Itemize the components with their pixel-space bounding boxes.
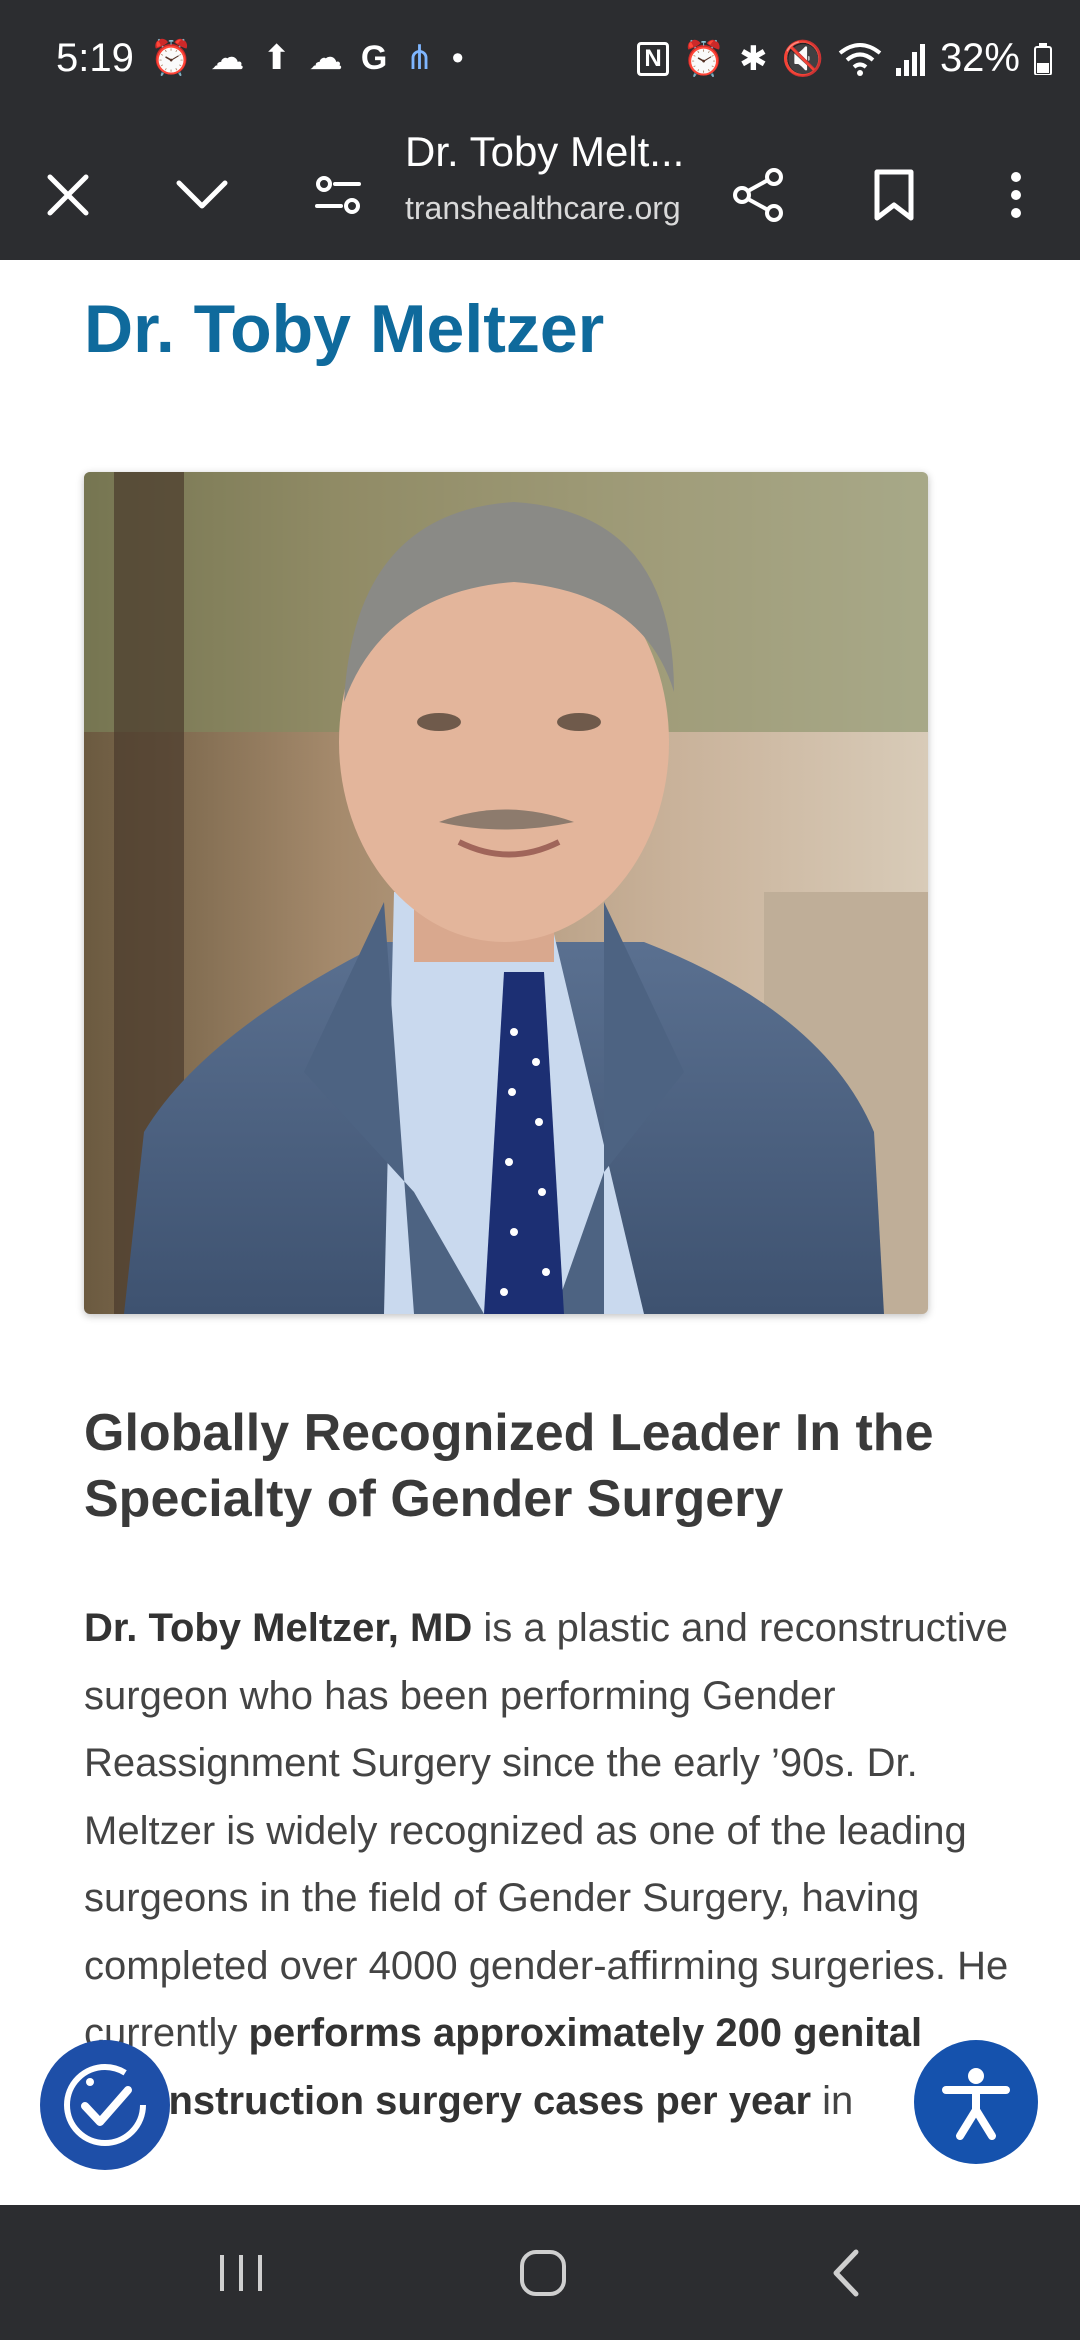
- browser-domain: transhealthcare.org: [405, 190, 681, 226]
- bio-text-1: is a plastic and reconstructive surgeon …: [84, 1606, 1009, 2055]
- status-bar: 5:19 ⏰ ☁ ⬆ ☁ G ⋔ • N ⏰ ✱ 🔇 32%: [0, 0, 1080, 125]
- pin-icon: ⬆: [262, 39, 291, 77]
- site-settings-button[interactable]: [298, 155, 378, 235]
- google-icon: G: [360, 38, 388, 77]
- minimize-button[interactable]: [162, 155, 242, 235]
- browser-page-title: Dr. Toby Melt...: [405, 128, 685, 175]
- accessibility-check-icon: [64, 2064, 146, 2146]
- wifi-icon: [838, 42, 882, 76]
- bookmark-icon: [874, 169, 914, 221]
- accessibility-icon: [942, 2068, 1010, 2140]
- back-icon: [833, 2249, 859, 2296]
- accessibility-menu-button[interactable]: [914, 2040, 1038, 2164]
- battery-icon: [1034, 42, 1052, 75]
- recent-apps-button[interactable]: [186, 2240, 296, 2305]
- home-icon: [520, 2249, 566, 2296]
- cloud-icon: ☁: [210, 39, 245, 77]
- nfc-icon: N: [637, 41, 669, 76]
- recent-apps-icon: [220, 2254, 262, 2291]
- bio-paragraph: Dr. Toby Meltzer, MD is a plastic and re…: [84, 1595, 1014, 2135]
- signal-icon: [895, 43, 925, 76]
- more-vert-icon: [1011, 172, 1021, 218]
- chevron-down-icon: [176, 180, 228, 209]
- bookmark-button[interactable]: [854, 155, 934, 235]
- more-options-button[interactable]: [976, 155, 1056, 235]
- bluetooth-icon: ✱: [739, 39, 768, 78]
- tune-icon: [315, 176, 361, 214]
- share-button[interactable]: [718, 155, 798, 235]
- close-button[interactable]: [28, 155, 108, 235]
- dot-icon: •: [451, 38, 464, 77]
- page-title: Dr. Toby Meltzer: [84, 291, 605, 367]
- close-icon: [47, 174, 89, 216]
- battery-level: 32%: [939, 36, 1020, 80]
- home-button[interactable]: [488, 2240, 598, 2305]
- section-heading: Globally Recognized Leader In the Specia…: [84, 1404, 934, 1528]
- cloud-icon: ☁: [308, 39, 343, 77]
- accessibility-check-button[interactable]: [40, 2040, 170, 2170]
- doctor-photo: [84, 472, 928, 1314]
- browser-toolbar: Dr. Toby Melt... transhealthcare.org: [0, 125, 1080, 260]
- alarm-icon: ⏰: [682, 39, 726, 78]
- mute-icon: 🔇: [781, 39, 824, 78]
- bio-bold-name: Dr. Toby Meltzer, MD: [84, 1606, 473, 1650]
- system-navigation-bar: [0, 2205, 1080, 2340]
- people-icon: ⋔: [405, 39, 434, 77]
- alarm-icon: ⏰: [150, 39, 193, 77]
- system-icons: N ⏰ ✱ 🔇 32%: [637, 36, 1052, 81]
- back-button[interactable]: [790, 2240, 900, 2305]
- web-page-content: Dr. Toby Meltzer Globally Recognized Lea…: [0, 260, 1080, 2205]
- bio-text-2: in: [811, 2078, 854, 2123]
- status-time: 5:19: [56, 36, 134, 80]
- portrait-image: [84, 472, 928, 1314]
- share-icon: [733, 168, 783, 222]
- notification-icons: ⏰ ☁ ⬆ ☁ G ⋔ •: [150, 38, 464, 78]
